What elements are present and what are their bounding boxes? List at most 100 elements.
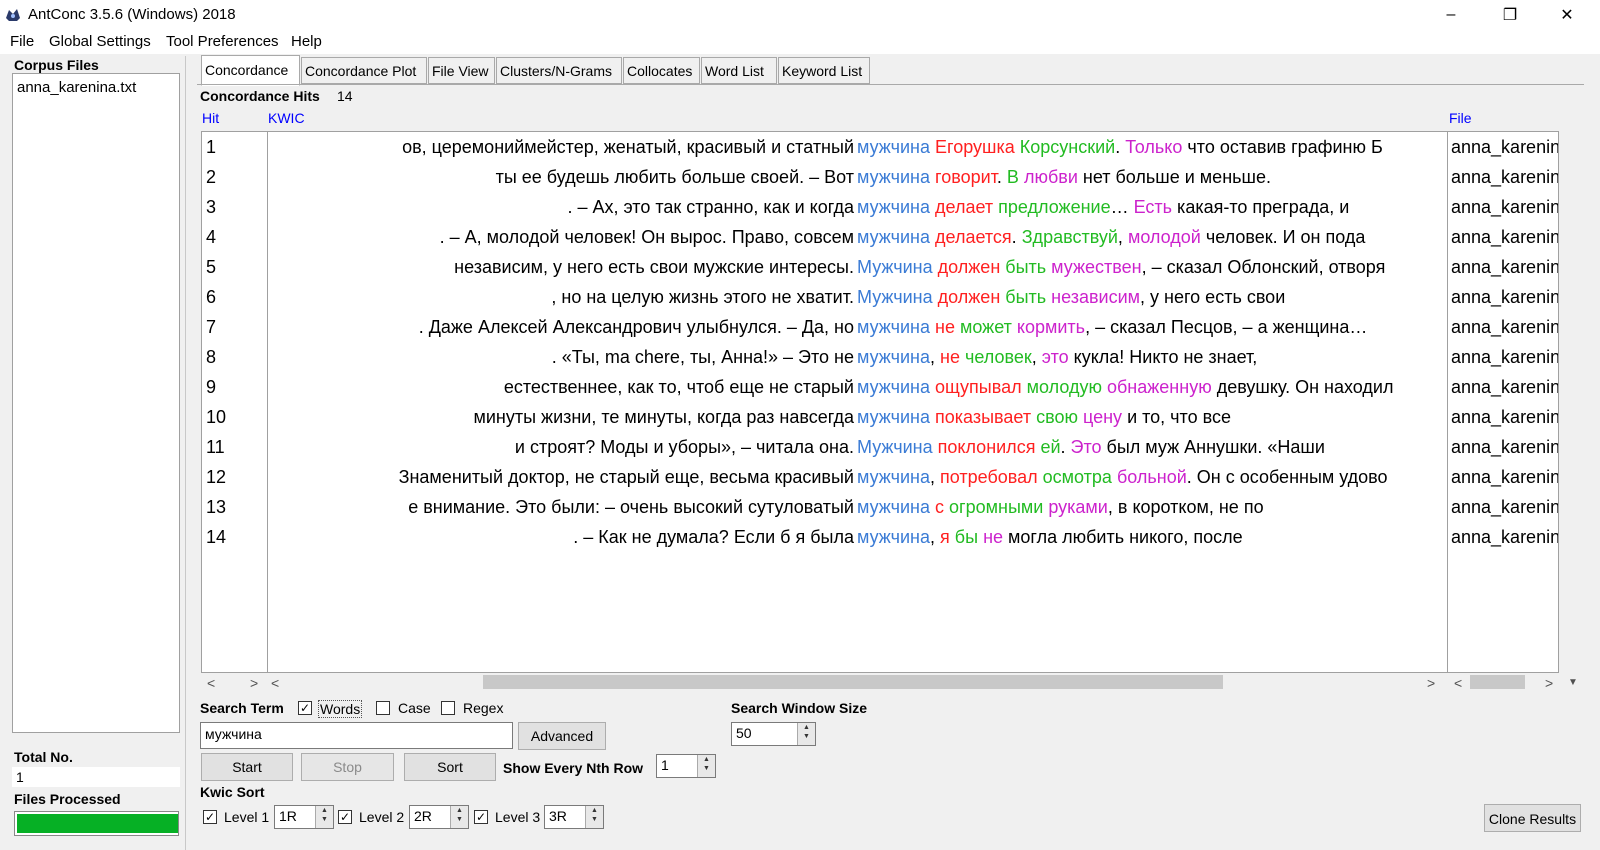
kwic-row[interactable]: Знаменитый доктор, не старый еще, весьма… [268, 467, 1447, 497]
kwic-keyword: мужчина [857, 377, 931, 397]
level3-checkbox[interactable]: ✓ [474, 810, 488, 824]
kwic-row[interactable]: . – Ах, это так странно, как и когда мужч… [268, 197, 1447, 227]
kwic-row[interactable]: независим, у него есть свои мужские инте… [268, 257, 1447, 287]
stop-button[interactable]: Stop [301, 753, 394, 781]
panel-divider[interactable] [185, 56, 186, 850]
tab-word-list[interactable]: Word List [701, 57, 777, 84]
advanced-button[interactable]: Advanced [518, 722, 606, 750]
case-checkbox[interactable] [376, 701, 390, 715]
level2-input[interactable]: 2R ▲ ▼ [409, 805, 469, 829]
kwic-row[interactable]: . – Как не думала? Если б я была мужчина,… [268, 527, 1447, 557]
kwic-row[interactable]: ов, церемониймейстер, женатый, красивый … [268, 137, 1447, 167]
hit-number: 1 [206, 137, 217, 157]
level1-checkbox[interactable]: ✓ [203, 810, 217, 824]
kwic-scroll-left-icon[interactable]: < [271, 675, 279, 691]
level3-input[interactable]: 3R ▲ ▼ [544, 805, 604, 829]
clone-results-button[interactable]: Clone Results [1484, 804, 1581, 832]
kwic-token: с [935, 497, 945, 517]
tab-clusters-ngrams[interactable]: Clusters/N-Grams [496, 57, 622, 84]
words-checkbox[interactable]: ✓ [298, 701, 312, 715]
words-checkbox-label[interactable]: Words [318, 700, 363, 718]
kwic-token: , [1117, 227, 1128, 247]
close-button[interactable]: ✕ [1544, 0, 1590, 30]
file-column-header[interactable]: File [1449, 110, 1472, 126]
corpus-file-item[interactable]: anna_karenina.txt [17, 79, 136, 96]
file-scroll-left-icon[interactable]: < [1454, 675, 1462, 691]
kwic-token: не [983, 527, 1004, 547]
file-name-cell: anna_karenina.txt [1451, 377, 1559, 397]
tab-concordance-plot[interactable]: Concordance Plot [301, 57, 427, 84]
hit-column-header[interactable]: Hit [202, 110, 219, 126]
menu-global-settings[interactable]: Global Settings [49, 33, 151, 50]
kwic-token: потребовал [940, 467, 1038, 487]
kwic-left-context: . – Ах, это так странно, как и когда [567, 197, 854, 217]
start-button[interactable]: Start [201, 753, 293, 781]
kwic-row[interactable]: . «Ты, ma chere, ты, Анна!» – Это не мужч… [268, 347, 1447, 377]
corpus-files-list[interactable]: anna_karenina.txt [12, 73, 180, 733]
kwic-horizontal-scrollbar[interactable]: < > [267, 673, 1448, 691]
regex-checkbox-label[interactable]: Regex [463, 700, 503, 716]
file-name-panel[interactable]: anna_karenina.txt anna_karenina.txt anna_k… [1447, 131, 1559, 673]
file-scroll-thumb[interactable] [1470, 675, 1525, 689]
kwic-right-context: мужчина показывает свою цену и то, что в… [857, 407, 1231, 428]
kwic-row[interactable]: . Даже Алексей Александрович улыбнулся. … [268, 317, 1447, 347]
menu-help[interactable]: Help [291, 33, 322, 50]
menu-tool-preferences[interactable]: Tool Preferences [166, 33, 279, 50]
nth-row-input[interactable]: 1 ▲ ▼ [656, 754, 716, 778]
search-window-size-input[interactable]: 50 ▲ ▼ [731, 722, 816, 746]
file-scroll-right-icon[interactable]: > [1545, 675, 1553, 691]
kwic-row[interactable]: , но на целую жизнь этого не хватит. Мужч… [268, 287, 1447, 317]
hit-number-panel[interactable]: 1 2 3 4 5 6 7 8 9 10 11 12 13 14 [201, 131, 268, 673]
kwic-token: делается [935, 227, 1012, 247]
kwic-right-context: Мужчина поклонился ей. Это был муж Аннуш… [857, 437, 1325, 458]
kwic-row[interactable]: е внимание. Это были: – очень высокий су… [268, 497, 1447, 527]
vertical-scroll-down-icon[interactable]: ▼ [1568, 677, 1578, 688]
hit-scroll-right-icon[interactable]: > [250, 675, 258, 691]
search-window-size-label: Search Window Size [731, 700, 868, 716]
kwic-token: может [960, 317, 1012, 337]
kwic-row[interactable]: естественнее, как то, чтоб еще не старый… [268, 377, 1447, 407]
regex-checkbox[interactable] [441, 701, 455, 715]
tab-concordance[interactable]: Concordance [201, 55, 300, 86]
file-name-cell: anna_karenina.txt [1451, 227, 1559, 247]
kwic-scroll-right-icon[interactable]: > [1427, 675, 1435, 691]
kwic-column-header[interactable]: KWIC [268, 110, 305, 126]
nth-row-spinner[interactable]: ▲ ▼ [697, 755, 715, 777]
tab-file-view[interactable]: File View [428, 57, 495, 84]
kwic-token: быть [1005, 257, 1047, 277]
kwic-token: независим [1051, 287, 1141, 307]
hit-scroll-left-icon[interactable]: < [207, 675, 215, 691]
kwic-left-context: . – Как не думала? Если б я была [573, 527, 854, 547]
kwic-token: , [930, 527, 941, 547]
sort-button[interactable]: Sort [404, 753, 496, 781]
kwic-panel[interactable]: ов, церемониймейстер, женатый, красивый … [267, 131, 1448, 673]
minimize-button[interactable]: – [1428, 0, 1474, 30]
menu-file[interactable]: File [10, 33, 34, 50]
kwic-row[interactable]: . – А, молодой человек! Он вырос. Право,… [268, 227, 1447, 257]
kwic-token: ей [1040, 437, 1061, 457]
maximize-button[interactable]: ❐ [1487, 0, 1533, 30]
level1-input[interactable]: 1R ▲ ▼ [274, 805, 334, 829]
window-size-spinner[interactable]: ▲ ▼ [797, 723, 815, 745]
level2-spinner[interactable]: ▲ ▼ [450, 806, 468, 828]
kwic-row[interactable]: и строят? Моды и уборы», – читала она. Му… [268, 437, 1447, 467]
tab-keyword-list[interactable]: Keyword List [778, 57, 870, 84]
file-name-cell: anna_karenina.txt [1451, 347, 1559, 367]
kwic-right-context: мужчина с огромными руками, в коротком, … [857, 497, 1264, 518]
kwic-token: не [940, 347, 960, 367]
kwic-scroll-thumb[interactable] [483, 675, 1223, 689]
kwic-right-context: мужчина делается. Здравствуй, молодой че… [857, 227, 1365, 248]
hit-number: 12 [206, 467, 227, 487]
level2-checkbox[interactable]: ✓ [338, 810, 352, 824]
title-bar [0, 0, 1600, 30]
level1-spinner[interactable]: ▲ ▼ [315, 806, 333, 828]
kwic-row[interactable]: минуты жизни, те минуты, когда раз навсе… [268, 407, 1447, 437]
search-term-input[interactable]: мужчина [200, 722, 513, 749]
case-checkbox-label[interactable]: Case [398, 700, 431, 716]
kwic-token: руками [1048, 497, 1108, 517]
kwic-left-context: . «Ты, ma chere, ты, Анна!» – Это не [551, 347, 854, 367]
kwic-row[interactable]: ты ее будешь любить больше своей. – Вот м… [268, 167, 1447, 197]
tab-collocates[interactable]: Collocates [623, 57, 700, 84]
level3-spinner[interactable]: ▲ ▼ [585, 806, 603, 828]
kwic-sort-label: Kwic Sort [200, 784, 265, 800]
